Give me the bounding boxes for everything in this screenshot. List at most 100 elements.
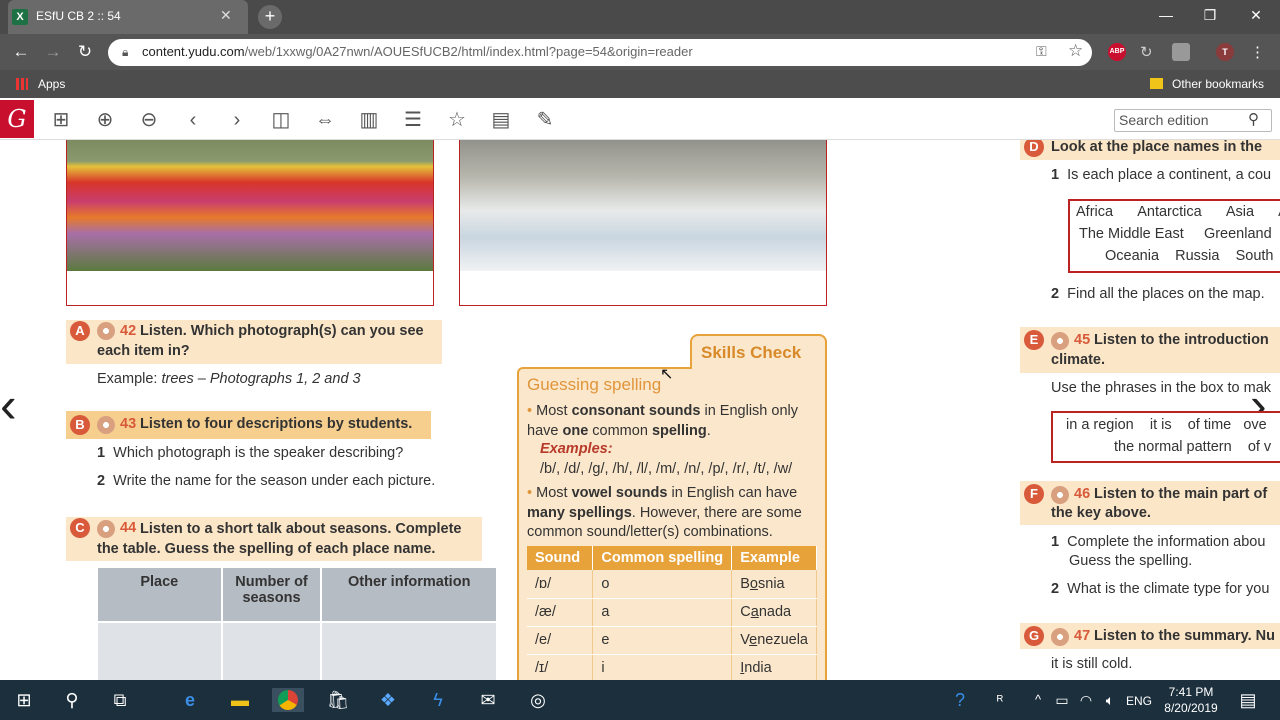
app-icon[interactable]: ϟ xyxy=(426,688,450,712)
sound-cell: /e/ xyxy=(527,626,594,655)
text: . xyxy=(706,422,711,439)
single-page-icon[interactable]: ◫ xyxy=(268,108,294,132)
table-cell[interactable] xyxy=(98,621,223,680)
volume-icon[interactable]: 🔈︎ xyxy=(1098,688,1122,712)
clock-date: 8/20/2019 xyxy=(1164,701,1218,715)
new-tab-button[interactable]: + xyxy=(258,5,282,29)
item-number: 2 xyxy=(97,473,106,489)
search-icon[interactable]: ⚲ xyxy=(1248,110,1259,128)
text: B xyxy=(740,575,750,592)
places-row-3: Oceania Russia South xyxy=(1105,248,1274,264)
spelling-cell: o xyxy=(592,570,733,599)
edge-icon[interactable]: e xyxy=(178,688,202,712)
publisher-logo[interactable]: G xyxy=(0,100,34,138)
chrome-icon[interactable] xyxy=(272,688,304,712)
place-name: Greenland xyxy=(1203,226,1272,242)
book-page: A 42 Listen. Which photograph(s) can you… xyxy=(0,140,1280,680)
windows-start-icon[interactable]: ⊞ xyxy=(12,688,36,712)
table-row: /ɪ/i India xyxy=(527,654,817,680)
place-name: Africa xyxy=(1076,204,1114,220)
text-underlined: a xyxy=(750,604,759,620)
language-indicator[interactable]: ENG xyxy=(1126,694,1152,708)
exercise-e-instruction-2: climate. xyxy=(1051,352,1105,368)
bullet-icon: • xyxy=(527,485,533,501)
mail-icon[interactable]: ✉ xyxy=(476,688,500,712)
fit-width-icon[interactable]: ⇔ xyxy=(312,108,338,132)
apps-grid-icon[interactable] xyxy=(16,78,28,90)
bookmark-star-tool-icon[interactable]: ☆ xyxy=(444,108,470,132)
url-text[interactable]: content.yudu.com/web/1xxwg/0A27nwn/AOUES… xyxy=(142,44,693,59)
app-circle-icon[interactable]: ◎ xyxy=(526,688,550,712)
profile-avatar[interactable]: T xyxy=(1216,43,1234,61)
prev-page-icon[interactable]: ‹ xyxy=(180,108,206,132)
file-explorer-icon[interactable]: ▬ xyxy=(228,688,252,712)
phrase: in a region xyxy=(1066,417,1134,433)
other-bookmarks[interactable]: Other bookmarks xyxy=(1172,77,1264,91)
close-window-icon[interactable]: ✕ xyxy=(1234,4,1278,28)
bookmark-star-icon[interactable]: ☆ xyxy=(1068,41,1083,61)
system-clock[interactable]: 7:41 PM 8/20/2019 xyxy=(1156,684,1226,716)
text-bold: consonant sounds xyxy=(571,403,701,419)
next-page-icon[interactable]: › xyxy=(224,108,250,132)
action-center-icon[interactable]: ▤ xyxy=(1236,688,1260,712)
exercise-b-item-1: 1 Which photograph is the speaker descri… xyxy=(97,445,403,461)
tray-chevron-icon[interactable]: ^ xyxy=(1026,688,1050,712)
table-cell[interactable] xyxy=(321,621,498,680)
audio-cd-icon[interactable] xyxy=(1051,332,1069,350)
battery-icon[interactable]: ▭ xyxy=(1050,688,1074,712)
audio-cd-icon[interactable] xyxy=(1051,628,1069,646)
forward-icon[interactable]: → xyxy=(42,42,64,62)
apps-bookmark[interactable]: Apps xyxy=(38,77,65,91)
audio-cd-icon[interactable] xyxy=(1051,486,1069,504)
exercise-g-instruction: Listen to the summary. Nu xyxy=(1094,628,1276,644)
exercise-c-letter: C xyxy=(70,518,90,538)
phrase: it is xyxy=(1149,417,1172,433)
menu-dots-icon[interactable]: ⋮ xyxy=(1250,43,1265,61)
table-header-row: Sound Common spelling Example xyxy=(527,546,817,570)
place-name: South xyxy=(1235,248,1274,264)
table-cell[interactable] xyxy=(221,621,323,680)
audio-cd-icon[interactable] xyxy=(97,416,115,434)
text-bold: many spellings xyxy=(527,504,632,521)
place-name: Russia xyxy=(1175,248,1220,264)
minimize-icon[interactable]: — xyxy=(1144,4,1188,28)
adblock-icon[interactable]: ABP xyxy=(1108,43,1126,61)
help-icon[interactable]: ? xyxy=(948,688,972,712)
place-name: Oceania xyxy=(1105,248,1160,264)
maximize-icon[interactable]: ❐ xyxy=(1188,4,1232,28)
photo-2-frame xyxy=(459,140,827,306)
extension-box-icon[interactable] xyxy=(1172,43,1190,61)
exercise-f-q2: 2 What is the climate type for you xyxy=(1051,581,1269,597)
wifi-icon[interactable]: ◠ xyxy=(1074,688,1098,712)
zoom-out-icon[interactable]: ⊖ xyxy=(136,108,162,132)
zoom-in-icon[interactable]: ⊕ xyxy=(92,108,118,132)
tab-close-icon[interactable]: ✕ xyxy=(220,7,232,24)
track-number: 43 xyxy=(120,416,137,432)
text-bold: one xyxy=(562,422,589,439)
key-icon[interactable]: ⚿ xyxy=(1036,43,1047,60)
prev-page-arrow-icon[interactable]: ‹ xyxy=(0,376,17,434)
reload-icon[interactable]: ↻ xyxy=(74,42,96,62)
people-icon[interactable]: ᴿ xyxy=(988,688,1012,712)
edit-icon[interactable]: ✎ xyxy=(532,108,558,132)
skills-check-label: Skills Check xyxy=(701,343,802,362)
dropbox-icon[interactable]: ❖ xyxy=(376,688,400,712)
contents-list-icon[interactable]: ☰ xyxy=(400,108,426,132)
task-view-icon[interactable]: ⧉ xyxy=(108,688,132,712)
store-icon[interactable]: 🛍︎ xyxy=(326,688,350,712)
item-text: Is each place a continent, a cou xyxy=(1067,167,1272,183)
extension-icon[interactable]: ↻ xyxy=(1140,43,1153,61)
double-page-icon[interactable]: ▥ xyxy=(356,108,382,132)
notes-icon[interactable]: ▤ xyxy=(488,108,514,132)
text: nada xyxy=(758,604,792,620)
example-cell: Canada xyxy=(731,598,817,627)
thumbnails-icon[interactable]: ⊞ xyxy=(48,108,74,132)
text: V xyxy=(740,632,750,648)
search-icon[interactable]: ⚲ xyxy=(60,688,84,712)
back-icon[interactable]: ← xyxy=(10,42,32,62)
track-number: 46 xyxy=(1074,486,1091,502)
exercise-e-letter: E xyxy=(1024,330,1044,350)
item-number: 1 xyxy=(97,445,106,461)
sound-cell: /ɪ/ xyxy=(527,654,594,680)
item-number: 2 xyxy=(1051,286,1060,302)
